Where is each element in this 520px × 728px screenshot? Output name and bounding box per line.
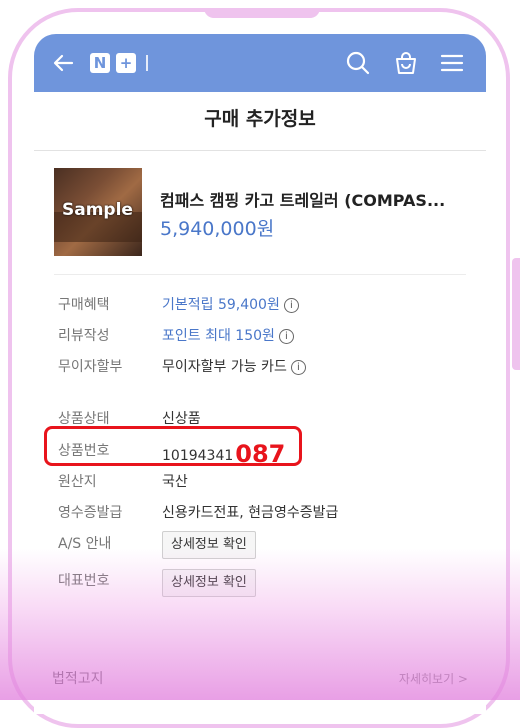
installment-label: 무이자할부	[58, 359, 123, 375]
info-icon[interactable]: i	[290, 360, 306, 375]
product-price: 5,940,000원	[160, 218, 275, 240]
review-label: 리뷰작성	[58, 328, 110, 344]
as-label: A/S 안내	[58, 536, 112, 552]
legal-notice-more-link[interactable]: 자세히보기 >	[399, 670, 468, 687]
phone-notch	[204, 8, 320, 18]
review-text: 포인트 최대 150원	[162, 328, 275, 344]
phone-side-button	[512, 258, 520, 370]
product-number-label: 상품번호	[58, 443, 110, 459]
origin-label: 원산지	[58, 474, 97, 490]
screen: N + 구매 추가정보 Sample 컴패스 캠핑 카고 트레일러 (COMPA…	[34, 34, 486, 714]
product-name[interactable]: 컴패스 캠핑 카고 트레일러 (COMPAS...	[160, 187, 480, 211]
as-detail-button[interactable]: 상세정보 확인	[162, 531, 256, 559]
logo-n[interactable]: N	[90, 53, 110, 73]
back-arrow-icon[interactable]	[50, 49, 78, 77]
page-title: 구매 추가정보	[204, 108, 316, 130]
product-number-prefix: 10194341	[162, 448, 234, 464]
info-icon[interactable]: i	[283, 298, 299, 313]
benefit-text: 기본적립 59,400원	[162, 297, 280, 313]
receipt-value: 신용카드전표, 현금영수증발급	[162, 505, 339, 521]
condition-value: 신상품	[162, 411, 201, 427]
title-divider	[34, 150, 486, 151]
logo-plus[interactable]: +	[116, 53, 136, 73]
benefit-value[interactable]: 기본적립 59,400원 i	[162, 294, 299, 314]
review-value[interactable]: 포인트 최대 150원 i	[162, 325, 294, 345]
legal-notice-label: 법적고지	[52, 671, 104, 687]
condition-label: 상품상태	[58, 411, 110, 427]
shopping-bag-icon[interactable]	[392, 49, 420, 77]
thumbnail-watermark: Sample	[62, 200, 133, 220]
installment-value[interactable]: 무이자할부 가능 카드 i	[162, 356, 306, 376]
receipt-label: 영수증발급	[58, 505, 123, 521]
app-header: N +	[34, 34, 486, 92]
search-icon[interactable]	[344, 49, 372, 77]
rep-detail-button[interactable]: 상세정보 확인	[162, 569, 256, 597]
info-icon[interactable]: i	[278, 329, 294, 344]
hamburger-menu-icon[interactable]	[438, 49, 466, 77]
product-thumbnail[interactable]: Sample	[54, 168, 142, 256]
installment-text: 무이자할부 가능 카드	[162, 359, 287, 375]
product-divider	[54, 274, 466, 275]
origin-value: 국산	[162, 474, 188, 490]
product-number-highlight: 087	[235, 440, 286, 468]
product-number-value: 10194341087	[162, 440, 285, 468]
benefit-label: 구매혜택	[58, 297, 110, 313]
rep-number-label: 대표번호	[58, 573, 110, 589]
logo-divider	[146, 55, 148, 71]
